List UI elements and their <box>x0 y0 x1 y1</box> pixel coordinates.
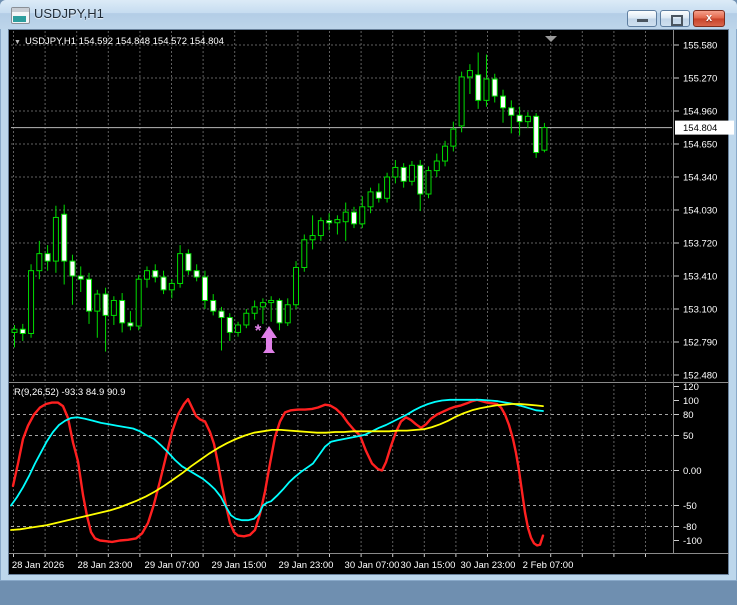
restore-icon <box>671 15 683 26</box>
icon-window-head <box>12 8 29 12</box>
restore-button[interactable] <box>660 10 690 27</box>
terminal-window: USDJPY,H1 x * 155.580 155.270 154.960 154.65… <box>0 0 737 581</box>
minimize-button[interactable] <box>627 10 657 27</box>
main-chart-pane[interactable] <box>20 61 682 411</box>
titlebar[interactable]: USDJPY,H1 x <box>0 0 737 29</box>
oscillator-pane[interactable] <box>20 414 682 582</box>
chart-window-icon[interactable] <box>11 7 30 24</box>
time-axis[interactable] <box>20 583 682 605</box>
icon-chart-area <box>13 16 26 22</box>
close-button[interactable]: x <box>693 10 725 27</box>
window-title: USDJPY,H1 <box>34 6 104 21</box>
close-icon: x <box>705 12 713 24</box>
price-axis[interactable] <box>683 61 737 582</box>
chart-client-area <box>8 29 729 575</box>
minimize-icon <box>637 19 648 22</box>
